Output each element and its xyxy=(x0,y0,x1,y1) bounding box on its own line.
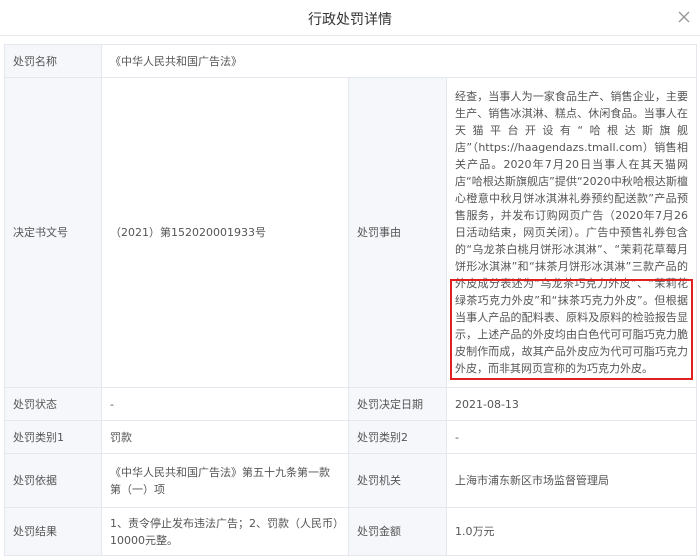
modal-title: 行政处罚详情 xyxy=(308,12,392,28)
result-label: 处罚结果 xyxy=(4,507,102,556)
decision-no-label: 决定书文号 xyxy=(4,77,102,388)
category2-label: 处罚类别2 xyxy=(348,420,447,454)
table-row: 处罚状态 - 处罚决定日期 2021-08-13 xyxy=(4,387,698,421)
penalty-reason-part1: 经查，当事人为一家食品生产、销售企业，主要生产、销售冰淇淋、糕点、休闲食品。当事… xyxy=(455,90,689,307)
penalty-name-value: 《中华人民共和国广告法》 xyxy=(100,44,698,78)
decision-date-value: 2021-08-13 xyxy=(445,387,698,421)
penalty-status-label: 处罚状态 xyxy=(4,387,102,421)
amount-label: 处罚金额 xyxy=(348,507,447,556)
table-row: 处罚依据 《中华人民共和国广告法》第五十九条第一款第（一）项 处罚机关 上海市浦… xyxy=(4,453,698,508)
penalty-reason-text: 经查，当事人为一家食品生产、销售企业，主要生产、销售冰淇淋、糕点、休闲食品。当事… xyxy=(450,86,694,380)
close-icon xyxy=(678,11,690,23)
category2-value: - xyxy=(445,420,698,454)
modal-header: 行政处罚详情 xyxy=(0,0,700,36)
authority-value: 上海市浦东新区市场监督管理局 xyxy=(445,453,698,508)
decision-no-value: （2021）第152020001933号 xyxy=(101,77,349,388)
close-button[interactable] xyxy=(676,9,692,25)
result-value: 1、责令停止发布违法广告；2、罚款（人民币）10000元整。 xyxy=(101,507,349,556)
basis-label: 处罚依据 xyxy=(4,453,102,508)
penalty-detail-table: 处罚名称 《中华人民共和国广告法》 决定书文号 （2021）第152020001… xyxy=(4,44,698,556)
penalty-name-label: 处罚名称 xyxy=(4,44,102,78)
table-row: 处罚类别1 罚款 处罚类别2 - xyxy=(4,420,698,454)
category1-value: 罚款 xyxy=(101,420,349,454)
table-row: 处罚结果 1、责令停止发布违法广告；2、罚款（人民币）10000元整。 处罚金额… xyxy=(4,507,698,556)
penalty-status-value: - xyxy=(101,387,349,421)
basis-value: 《中华人民共和国广告法》第五十九条第一款第（一）项 xyxy=(101,453,349,508)
table-row: 处罚名称 《中华人民共和国广告法》 xyxy=(4,44,698,78)
amount-value: 1.0万元 xyxy=(445,507,698,556)
table-row: 决定书文号 （2021）第152020001933号 处罚事由 经查，当事人为一… xyxy=(4,77,698,388)
decision-date-label: 处罚决定日期 xyxy=(348,387,447,421)
penalty-reason-cell: 经查，当事人为一家食品生产、销售企业，主要生产、销售冰淇淋、糕点、休闲食品。当事… xyxy=(445,77,698,388)
category1-label: 处罚类别1 xyxy=(4,420,102,454)
authority-label: 处罚机关 xyxy=(348,453,447,508)
penalty-reason-label: 处罚事由 xyxy=(348,77,447,388)
